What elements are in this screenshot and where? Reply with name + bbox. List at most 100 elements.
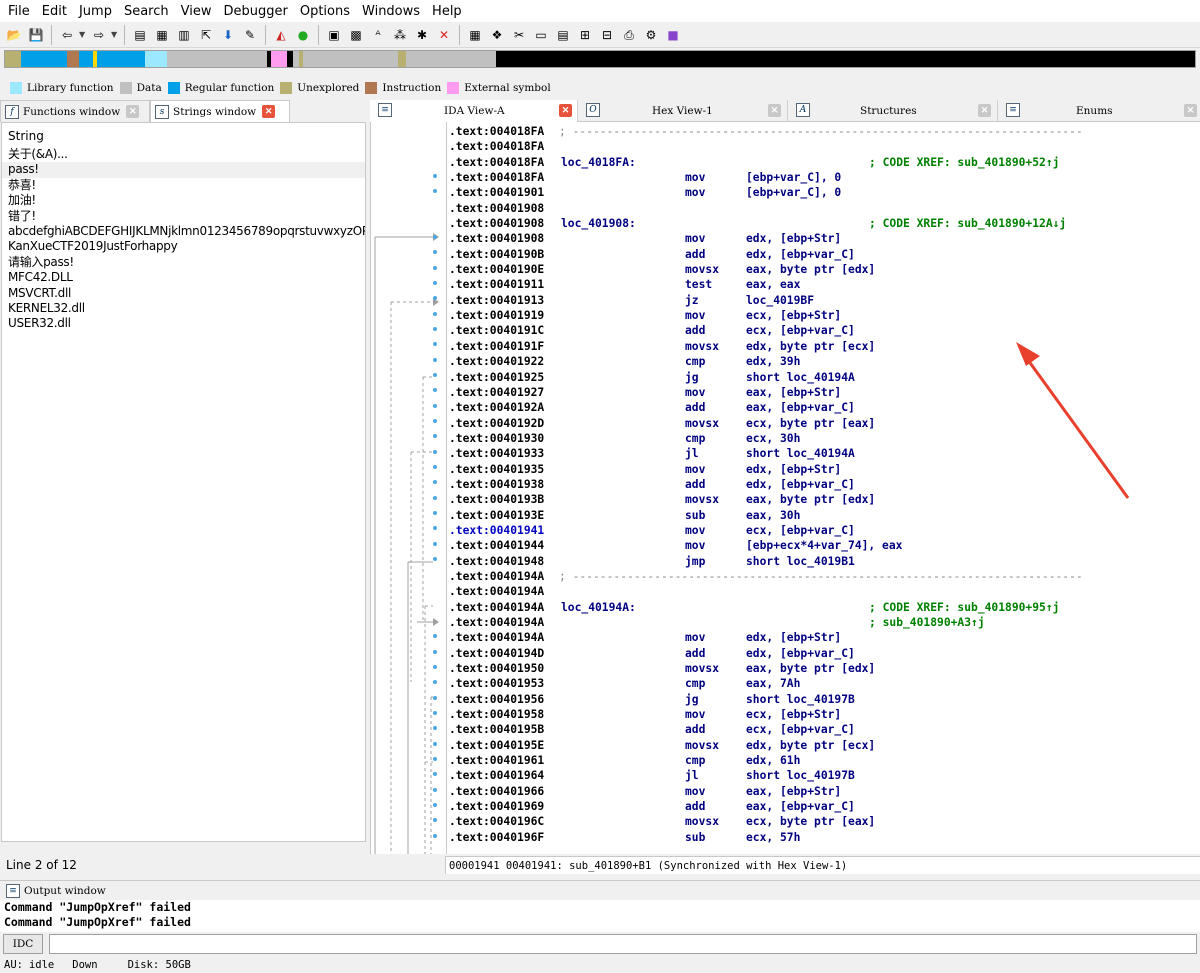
code-mnemonic: jmp	[685, 554, 706, 568]
tab-hex-view-1[interactable]: O Hex View-1 ✕	[578, 100, 788, 122]
string-row[interactable]: KanXueCTF2019JustForhappy	[2, 239, 365, 254]
code-label[interactable]: loc_40194A:	[561, 600, 636, 615]
hide-icon[interactable]: ✂	[509, 25, 529, 45]
close-icon[interactable]: ✕	[768, 104, 781, 117]
code-label[interactable]: loc_401908:	[561, 216, 636, 231]
text-search-icon[interactable]: ▦	[152, 25, 172, 45]
string-row[interactable]: 恭喜!	[2, 178, 365, 193]
jump-down-icon[interactable]: ⬇	[218, 25, 238, 45]
idc-language-button[interactable]: IDC	[3, 934, 43, 954]
code-mnemonic: add	[685, 477, 706, 491]
code-address: .text:00401908	[449, 217, 545, 231]
print-icon[interactable]: ⎙	[619, 25, 639, 45]
column-header-string[interactable]: String	[2, 123, 365, 147]
close-icon[interactable]: ✕	[559, 104, 572, 117]
left-tab-bar: f Functions window ✕ s Strings window ✕	[0, 100, 290, 122]
string-row[interactable]: pass!	[2, 162, 365, 178]
hex-icon: O	[586, 103, 600, 117]
string-row[interactable]: KERNEL32.dll	[2, 301, 365, 316]
idc-command-input[interactable]	[49, 934, 1197, 954]
legend-item: Library function	[10, 82, 114, 94]
tab-enums[interactable]: ≡ Enums ✕	[998, 100, 1200, 122]
tab-functions-window[interactable]: f Functions window ✕	[0, 100, 150, 122]
tab-structures[interactable]: A Structures ✕	[788, 100, 998, 122]
data-icon[interactable]: ▩	[346, 25, 366, 45]
menu-search[interactable]: Search	[118, 4, 175, 19]
immediate-search-icon[interactable]: ▥	[174, 25, 194, 45]
close-icon[interactable]: ✕	[262, 105, 276, 118]
forward-arrow-icon[interactable]: ⇨	[89, 25, 109, 45]
palette-icon[interactable]: ■	[663, 25, 683, 45]
disassembly-listing[interactable]: .text:004018FA ; ------------------------…	[370, 122, 1200, 854]
code-address: .text:0040194A	[449, 631, 545, 645]
jump-arrows-graphic	[374, 174, 439, 854]
code-mnemonic: mov	[685, 232, 706, 246]
code-mnemonic: cmp	[685, 431, 706, 445]
code-address: .text:00401948	[449, 554, 545, 568]
next-code-icon[interactable]: ⇱	[196, 25, 216, 45]
code-operand: [ebp+var_C], 0	[746, 171, 842, 185]
segments-icon[interactable]: ▤	[553, 25, 573, 45]
chevron-down-icon[interactable]: ▼	[111, 30, 119, 39]
string-row[interactable]: MSVCRT.dll	[2, 286, 365, 301]
navigation-band-bar[interactable]	[4, 50, 1196, 68]
menu-view[interactable]: View	[175, 4, 218, 19]
string-row[interactable]: 错了!	[2, 209, 365, 224]
code-operand: edx, 39h	[746, 355, 801, 369]
output-window-body[interactable]: Command "JumpOpXref" failed Command "Jum…	[0, 900, 1200, 932]
close-icon[interactable]: ✕	[126, 105, 140, 118]
imports-icon[interactable]: ⊞	[575, 25, 595, 45]
string-icon[interactable]: ᴬ	[368, 25, 388, 45]
array-icon[interactable]: ⁂	[390, 25, 410, 45]
tab-label: Structures	[860, 105, 917, 117]
code-operand: ecx, 57h	[746, 830, 801, 844]
menu-file[interactable]: File	[2, 4, 36, 19]
menu-jump[interactable]: Jump	[73, 4, 118, 19]
close-icon[interactable]: ✕	[978, 104, 991, 117]
binary-search-icon[interactable]: ▤	[130, 25, 150, 45]
menu-help[interactable]: Help	[426, 4, 468, 19]
string-row[interactable]: 关于(&A)...	[2, 147, 365, 162]
string-row[interactable]: abcdefghiABCDEFGHIJKLMNjklmn0123456789op…	[2, 224, 365, 239]
code-address: .text:00401913	[449, 293, 545, 307]
toolbar-separator	[265, 24, 266, 45]
menu-windows[interactable]: Windows	[356, 4, 426, 19]
undefine-icon[interactable]: ✕	[434, 25, 454, 45]
chevron-down-icon[interactable]: ▼	[79, 30, 87, 39]
graph-icon[interactable]: ◭	[271, 25, 291, 45]
save-icon[interactable]: 💾	[26, 25, 46, 45]
tab-ida-view-a[interactable]: ≡ IDA View-A ✕	[370, 100, 578, 122]
code-mnemonic: movsx	[685, 662, 720, 676]
function-window-icon[interactable]: ▦	[465, 25, 485, 45]
struct-icon[interactable]: ✱	[412, 25, 432, 45]
string-row[interactable]: USER32.dll	[2, 316, 365, 331]
exports-icon[interactable]: ⊟	[597, 25, 617, 45]
settings-icon[interactable]: ⚙	[641, 25, 661, 45]
code-address: .text:00401925	[449, 370, 545, 384]
code-address: .text:004018FA	[449, 125, 545, 138]
code-address: .text:00401935	[449, 462, 545, 476]
back-arrow-icon[interactable]: ⇦	[57, 25, 77, 45]
run-icon[interactable]: ●	[293, 25, 313, 45]
code-address: .text:00401908	[449, 201, 545, 215]
mark-icon[interactable]: ✎	[240, 25, 260, 45]
string-row[interactable]: 加油!	[2, 193, 365, 208]
names-icon[interactable]: ▭	[531, 25, 551, 45]
code-icon[interactable]: ▣	[324, 25, 344, 45]
string-row[interactable]: MFC42.DLL	[2, 270, 365, 285]
function-icon: f	[5, 104, 19, 119]
menu-debugger[interactable]: Debugger	[217, 4, 293, 19]
close-icon[interactable]: ✕	[1184, 104, 1197, 117]
xref-icon[interactable]: ❖	[487, 25, 507, 45]
code-label[interactable]: loc_4018FA:	[561, 155, 636, 170]
code-operand: ecx, [ebp+var_C]	[746, 723, 855, 737]
code-address: .text:00401944	[449, 539, 545, 553]
code-address: .text:0040194A	[449, 585, 545, 599]
open-folder-icon[interactable]: 📂	[4, 25, 24, 45]
menu-edit[interactable]: Edit	[36, 4, 73, 19]
tab-strings-window[interactable]: s Strings window ✕	[150, 100, 290, 122]
string-row[interactable]: 请输入pass!	[2, 255, 365, 270]
code-address: .text:0040195E	[449, 738, 545, 752]
menu-options[interactable]: Options	[294, 4, 356, 19]
strings-list[interactable]: String 关于(&A)... pass! 恭喜! 加油! 错了! abcdefghiA…	[1, 122, 366, 842]
